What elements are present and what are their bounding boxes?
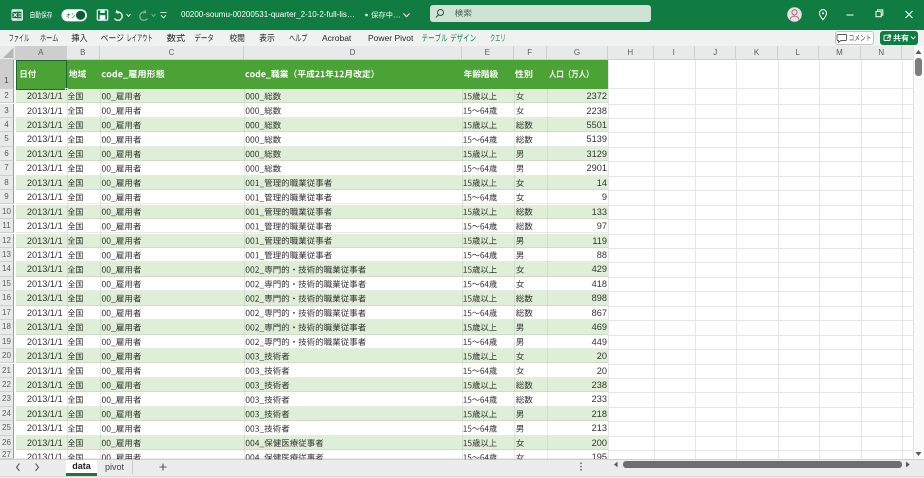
svg-text:...: ... — [394, 10, 401, 20]
